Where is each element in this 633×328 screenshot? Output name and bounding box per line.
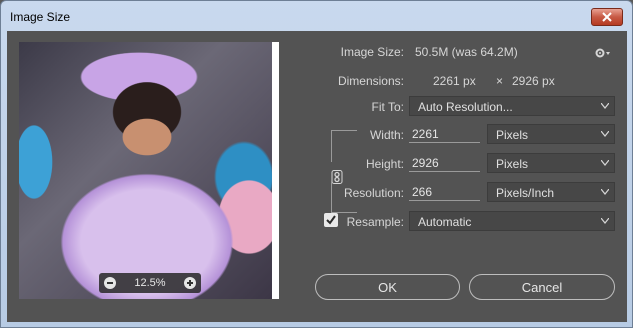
resample-checkbox[interactable] — [324, 213, 338, 227]
window-title: Image Size — [10, 10, 71, 24]
width-unit-select[interactable]: Pixels — [487, 124, 615, 144]
chevron-down-icon — [601, 189, 609, 195]
width-unit: Pixels — [496, 128, 529, 142]
zoom-level: 12.5% — [134, 277, 166, 289]
resolution-input[interactable]: 266 — [409, 183, 480, 201]
resolution-unit-select[interactable]: Pixels/Inch — [487, 182, 615, 202]
dialog-body: 12.5% Image Size: 50.5M (was 64.2M) Dime… — [7, 31, 627, 322]
resolution-label: Resolution: — [343, 186, 404, 200]
chevron-down-icon — [601, 218, 609, 224]
height-unit: Pixels — [496, 157, 529, 171]
dimensions-times: × — [496, 74, 504, 88]
fit-to-select[interactable]: Auto Resolution... — [409, 96, 615, 116]
image-size-label: Image Size: — [340, 45, 404, 59]
height-value: 2926 — [412, 156, 439, 170]
zoom-control: 12.5% — [99, 273, 201, 293]
dimensions-height: 2926 px — [512, 74, 555, 88]
check-icon — [326, 215, 336, 225]
resample-value: Automatic — [418, 215, 472, 229]
ok-button[interactable]: OK — [315, 274, 460, 300]
close-button[interactable] — [591, 8, 623, 26]
resample-label: Resample: — [346, 215, 404, 229]
dimensions-width: 2261 px — [433, 74, 476, 88]
width-value: 2261 — [412, 127, 439, 141]
fit-to-value: Auto Resolution... — [418, 100, 513, 114]
resolution-unit: Pixels/Inch — [496, 186, 555, 200]
chevron-down-icon — [601, 131, 609, 137]
chevron-down-icon — [601, 103, 609, 109]
height-label: Height: — [365, 157, 404, 171]
resolution-value: 266 — [412, 185, 433, 199]
height-input[interactable]: 2926 — [409, 154, 480, 172]
fit-to-label: Fit To: — [371, 100, 404, 114]
dialog-window: Image Size 12.5% Image Size: 50.5M (was … — [0, 0, 633, 328]
gear-icon[interactable] — [595, 47, 611, 59]
title-bar[interactable]: Image Size — [1, 1, 632, 31]
resample-select[interactable]: Automatic — [409, 211, 615, 231]
width-input[interactable]: 2261 — [409, 125, 480, 143]
image-size-value: 50.5M (was 64.2M) — [415, 45, 518, 59]
width-label: Width: — [369, 128, 404, 142]
image-preview[interactable]: 12.5% — [19, 42, 279, 299]
chevron-down-icon — [601, 160, 609, 166]
height-unit-select[interactable]: Pixels — [487, 153, 615, 173]
cancel-button[interactable]: Cancel — [469, 274, 615, 300]
zoom-out-icon[interactable] — [104, 277, 116, 289]
zoom-in-icon[interactable] — [183, 277, 196, 289]
close-icon — [602, 12, 612, 22]
preview-photo — [19, 42, 272, 299]
dimensions-label: Dimensions: — [337, 74, 404, 88]
